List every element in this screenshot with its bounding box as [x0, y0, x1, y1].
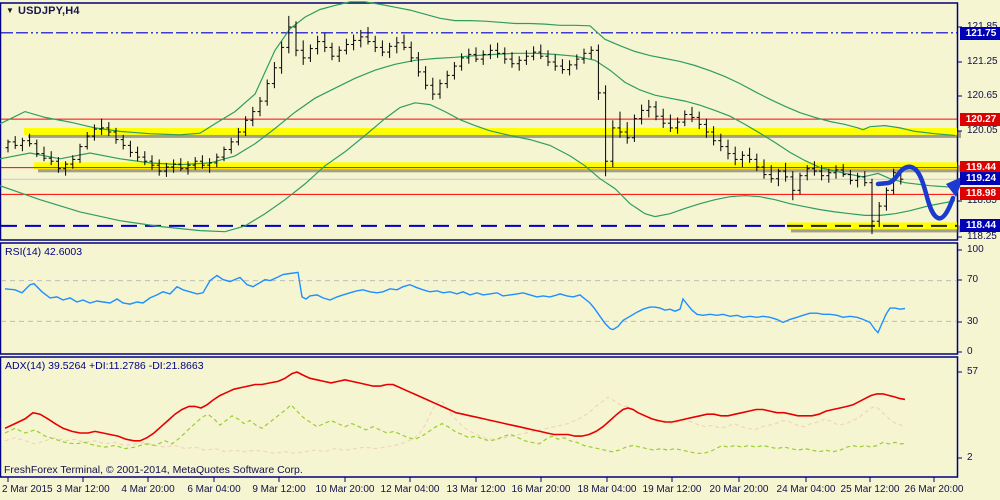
symbol-title: USDJPY,H4: [18, 5, 80, 17]
adx-indicator-label: ADX(14) 39.5264 +DI:11.2786 -DI:21.8663: [5, 360, 204, 372]
price-badge-119.24[interactable]: 119.24: [960, 171, 1000, 185]
time-axis-label[interactable]: 25 Mar 12:00: [841, 484, 900, 495]
main-panel-frame[interactable]: [0, 2, 959, 241]
symbol-dropdown-icon[interactable]: ▼: [6, 6, 14, 15]
price-badge-118.44[interactable]: 118.44: [960, 218, 1000, 232]
trend-arrow-drawing[interactable]: [875, 164, 956, 221]
rsi-axis-label: 70: [967, 274, 979, 285]
rsi-axis-label: 0: [967, 346, 973, 357]
time-axis-label[interactable]: 10 Mar 20:00: [316, 484, 375, 495]
adx-axis-label: 2: [967, 452, 973, 463]
minus-di-line: [4, 396, 906, 454]
adx-axis-label: 57: [967, 366, 979, 377]
time-axis-label[interactable]: 12 Mar 04:00: [381, 484, 440, 495]
rsi-indicator-label: RSI(14) 42.6003: [5, 246, 83, 258]
rsi-axis-label: 100: [967, 244, 984, 255]
time-axis-label[interactable]: 3 Mar 12:00: [56, 484, 109, 495]
price-badge-120.27[interactable]: 120.27: [960, 112, 1000, 126]
time-axis-label[interactable]: 20 Mar 20:00: [710, 484, 769, 495]
time-axis-label[interactable]: 16 Mar 20:00: [512, 484, 571, 495]
time-axis-label[interactable]: 4 Mar 20:00: [121, 484, 174, 495]
rsi-panel-frame[interactable]: [0, 242, 959, 355]
time-axis-label[interactable]: 24 Mar 04:00: [777, 484, 836, 495]
time-axis-label[interactable]: 26 Mar 20:00: [905, 484, 964, 495]
terminal-copyright: FreshForex Terminal, © 2001-2014, MetaQu…: [4, 464, 303, 476]
price-badge-118.98[interactable]: 118.98: [960, 186, 1000, 200]
rsi-axis-label: 30: [967, 316, 979, 327]
time-axis-label[interactable]: 18 Mar 04:00: [578, 484, 637, 495]
time-axis-label[interactable]: 19 Mar 12:00: [643, 484, 702, 495]
time-axis-label[interactable]: 13 Mar 12:00: [447, 484, 506, 495]
chart-canvas[interactable]: [0, 0, 1000, 500]
adx-line: [4, 371, 906, 442]
rsi-line: [4, 271, 906, 334]
price-axis-label: 120.65: [967, 90, 998, 101]
price-axis-label: 120.05: [967, 125, 998, 136]
ohlc-bars: [5, 15, 904, 235]
price-badge-121.75[interactable]: 121.75: [960, 26, 1000, 40]
price-axis-label: 121.25: [967, 56, 998, 67]
chart-window: ▼ USDJPY,H4 RSI(14) 42.6003 ADX(14) 39.5…: [0, 0, 1000, 500]
time-axis-label[interactable]: 6 Mar 04:00: [187, 484, 240, 495]
support-resistance-zone-2: [34, 162, 957, 170]
bollinger-upper-line: [0, 1, 956, 137]
time-axis-label[interactable]: 2 Mar 2015: [2, 484, 53, 495]
time-axis-label[interactable]: 9 Mar 12:00: [252, 484, 305, 495]
price-axis-label: 118.25: [967, 231, 997, 242]
